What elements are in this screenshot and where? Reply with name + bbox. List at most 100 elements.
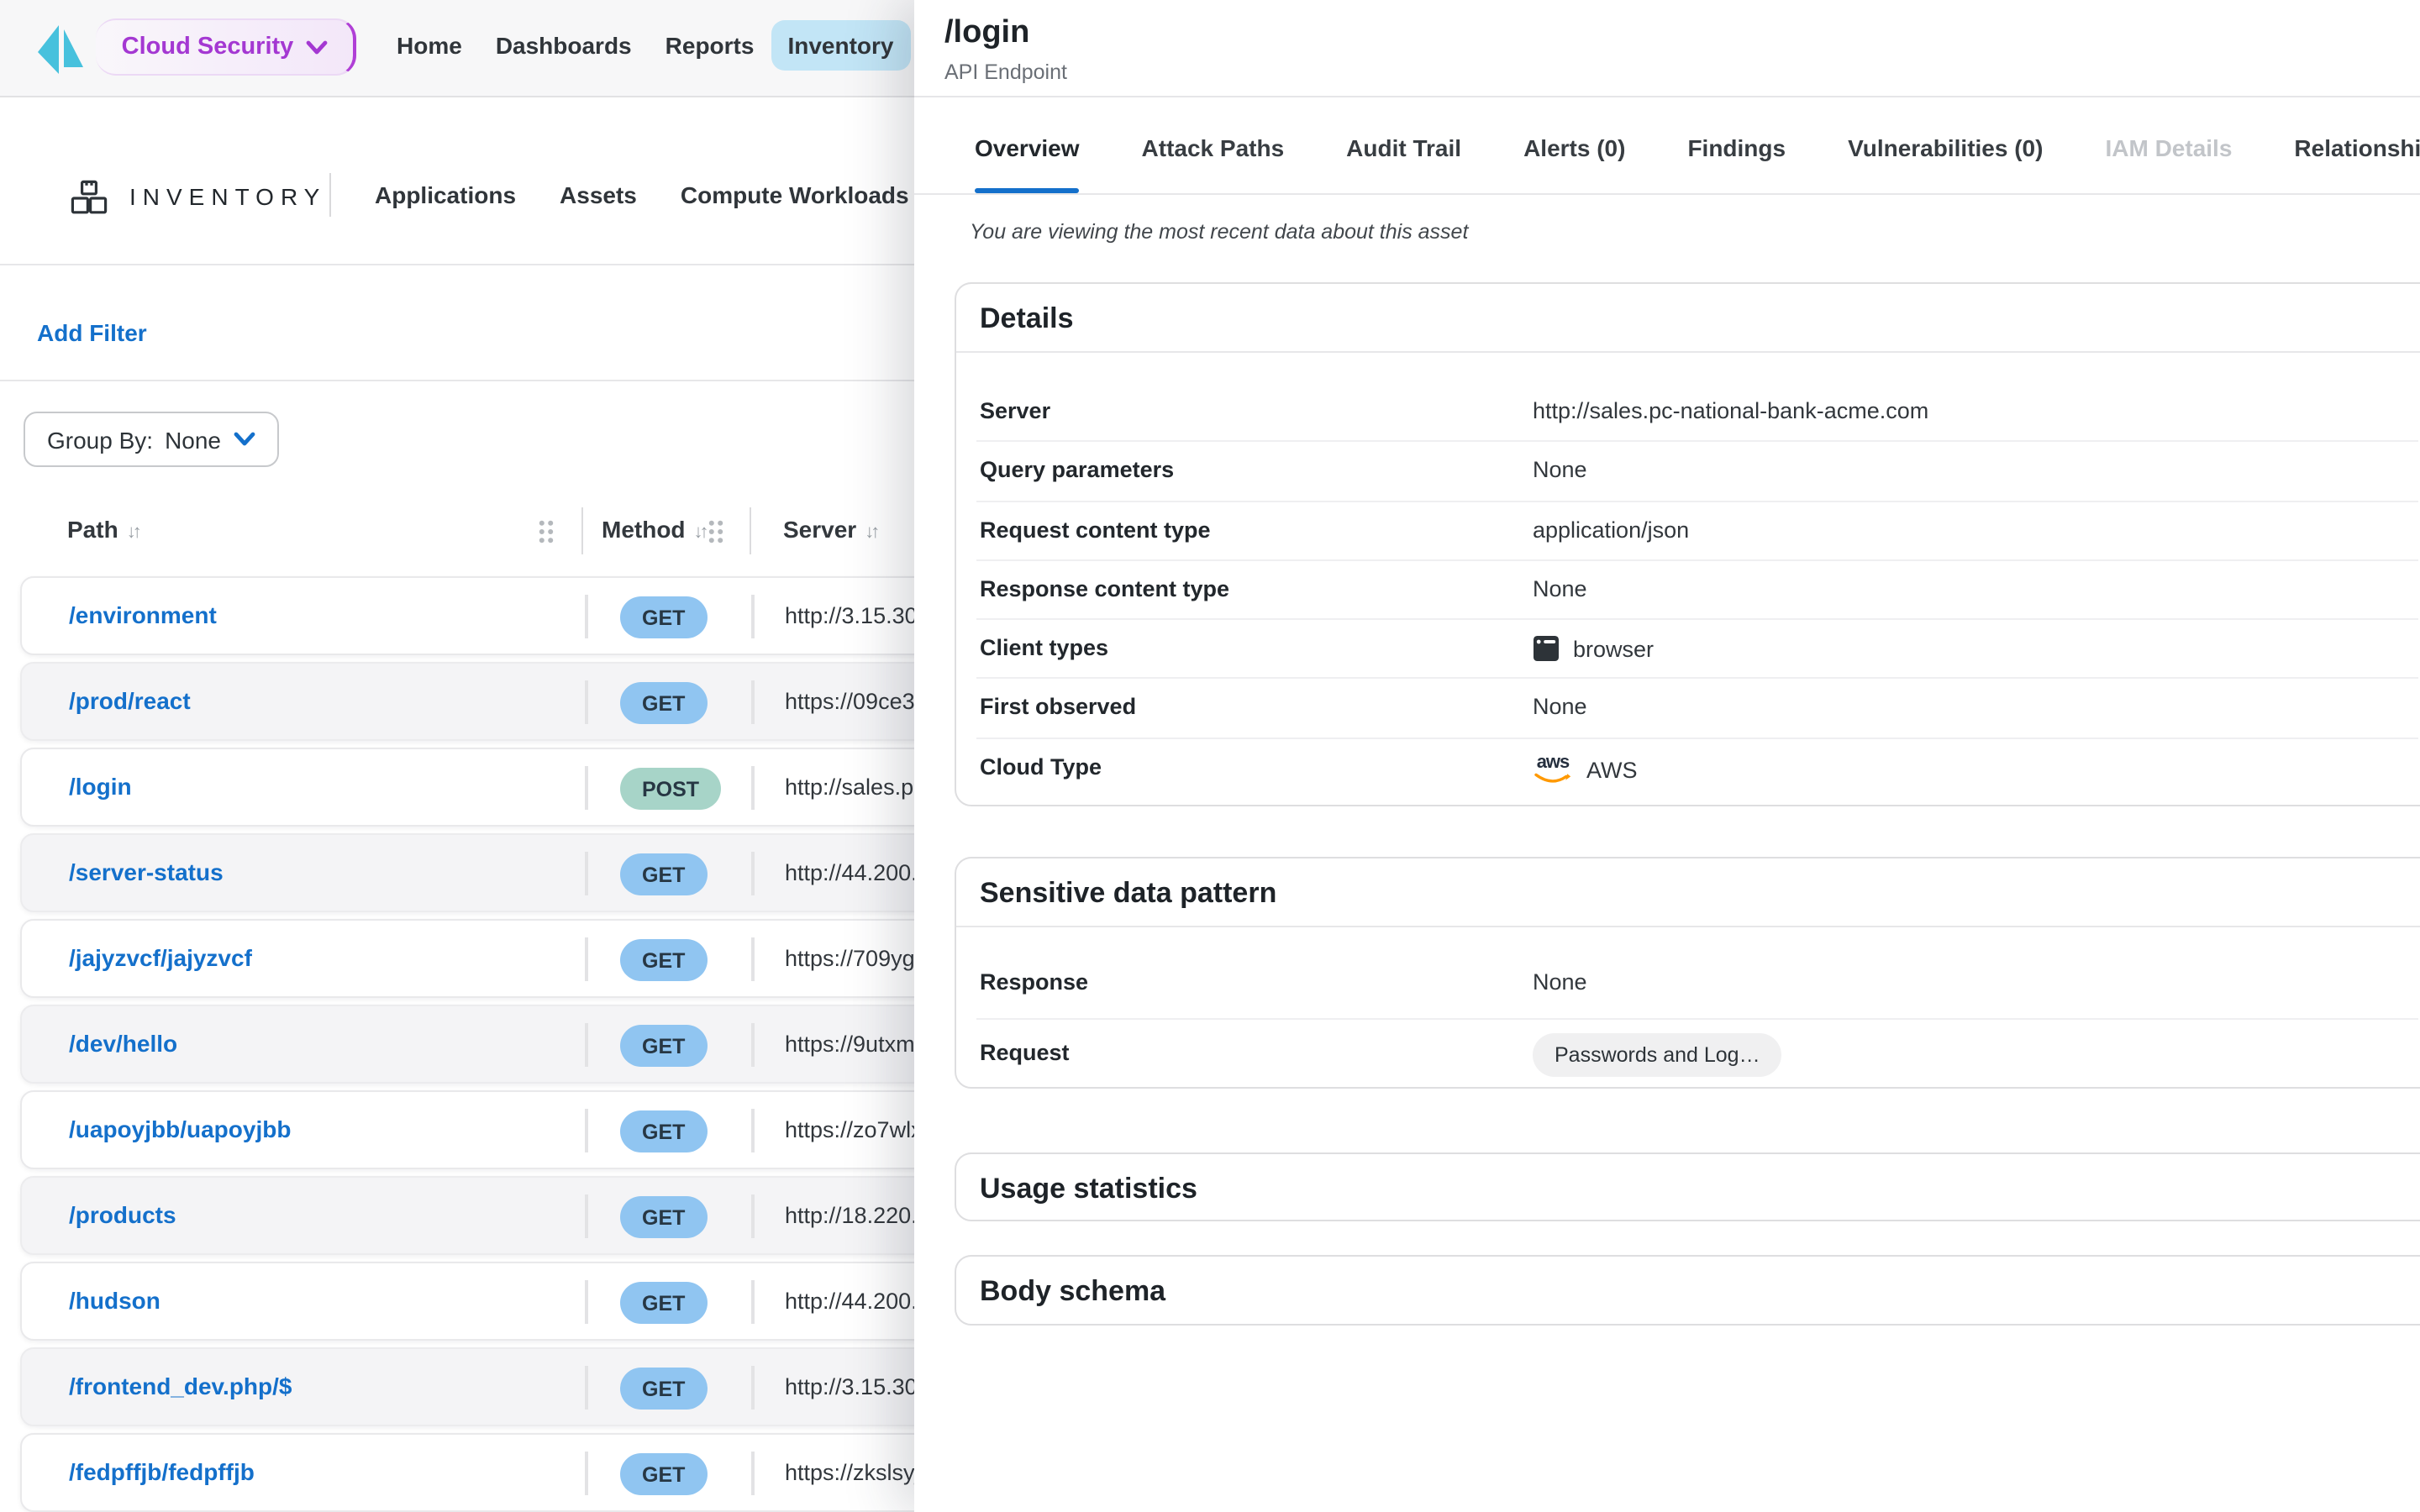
method-badge: GET [620, 1110, 707, 1152]
method-badge: GET [620, 853, 707, 895]
sensitive-data-card: Sensitive data pattern Response None Req… [955, 857, 2420, 1089]
column-header-server[interactable]: Server↓↑ [783, 516, 876, 543]
method-badge: GET [620, 1368, 707, 1410]
path-link[interactable]: /jajyzvcf/jajyzvcf [69, 944, 252, 971]
column-header-path[interactable]: Path↓↑ [67, 516, 139, 543]
drawer-title: /login [944, 15, 1029, 52]
inventory-tab-applications[interactable]: Applications [353, 168, 538, 222]
detail-value: None [1533, 969, 1587, 995]
inventory-tabs: Applications Assets Compute Workloads AP [353, 168, 1007, 222]
sensitive-pattern-chip[interactable]: Passwords and Log… [1533, 1033, 1782, 1077]
method-badge: POST [620, 768, 721, 810]
sensitive-row-request: Request Passwords and Log… [976, 1020, 2418, 1090]
tab-alerts[interactable]: Alerts (0) [1523, 134, 1625, 193]
inventory-boxes-icon [71, 180, 108, 215]
detail-row-client-types: Client types browser [976, 620, 2418, 680]
path-link[interactable]: /fedpffjb/fedpffjb [69, 1458, 255, 1485]
method-badge: GET [620, 596, 707, 638]
details-rows: Server http://sales.pc-national-bank-acm… [956, 353, 2420, 798]
server-cell: http://3.15.30 [785, 603, 918, 628]
path-link[interactable]: /login [69, 773, 132, 800]
path-link[interactable]: /frontend_dev.php/$ [69, 1373, 292, 1399]
path-link[interactable]: /dev/hello [69, 1030, 177, 1057]
nav-item-reports[interactable]: Reports [649, 20, 771, 71]
detail-label: Cloud Type [980, 754, 1102, 780]
body-schema-card[interactable]: Body schema [955, 1255, 2420, 1326]
drawer-tabs: Overview Attack Paths Audit Trail Alerts… [975, 134, 2420, 193]
detail-row-request-content-type: Request content type application/json [976, 501, 2418, 561]
server-cell: http://3.15.30 [785, 1374, 918, 1399]
detail-label: Query parameters [980, 458, 1174, 483]
client-type-label: browser [1573, 636, 1654, 661]
group-by-dropdown[interactable]: Group By: None [24, 412, 278, 467]
detail-value: None [1533, 695, 1587, 720]
column-divider [750, 507, 751, 554]
detail-label: Request [980, 1040, 1070, 1065]
usage-statistics-card[interactable]: Usage statistics [955, 1152, 2420, 1221]
nav-item-home[interactable]: Home [380, 20, 479, 71]
inventory-tab-assets[interactable]: Assets [538, 168, 659, 222]
method-badge: GET [620, 939, 707, 981]
sort-icon[interactable]: ↓↑ [694, 522, 706, 543]
browser-icon [1533, 635, 1560, 662]
path-link[interactable]: /products [69, 1201, 176, 1228]
server-cell: http://18.220. [785, 1203, 918, 1228]
detail-label: Response [980, 969, 1088, 995]
detail-row-query-parameters: Query parameters None [976, 443, 2418, 502]
product-switcher-button[interactable]: Cloud Security [96, 18, 356, 76]
tab-vulnerabilities[interactable]: Vulnerabilities (0) [1848, 134, 2043, 193]
usage-statistics-title: Usage statistics [956, 1154, 2420, 1223]
divider [914, 96, 2420, 97]
tab-audit-trail[interactable]: Audit Trail [1346, 134, 1461, 193]
server-cell: https://zkslsyj [785, 1460, 920, 1485]
server-cell: http://44.200. [785, 860, 918, 885]
tab-attack-paths[interactable]: Attack Paths [1142, 134, 1285, 193]
sensitive-card-title: Sensitive data pattern [956, 858, 2420, 927]
detail-row-first-observed: First observed None [976, 680, 2418, 739]
tab-iam-details: IAM Details [2105, 134, 2232, 193]
tab-overview[interactable]: Overview [975, 134, 1080, 193]
server-cell: https://709yg [785, 946, 915, 971]
path-link[interactable]: /environment [69, 601, 217, 628]
sort-icon[interactable]: ↓↑ [865, 522, 876, 543]
method-badge: GET [620, 1196, 707, 1238]
server-cell: https://9utxm [785, 1032, 915, 1057]
server-cell: https://09ce3 [785, 689, 915, 714]
column-drag-handle-icon[interactable] [538, 519, 555, 544]
detail-value: None [1533, 576, 1587, 601]
aws-logo-icon: aws [1533, 754, 1573, 786]
detail-row-cloud-type: Cloud Type aws AWS [976, 739, 2418, 799]
detail-value: application/json [1533, 517, 1689, 542]
chevron-down-icon [305, 39, 327, 55]
tab-findings[interactable]: Findings [1687, 134, 1786, 193]
path-link[interactable]: /hudson [69, 1287, 160, 1314]
path-link[interactable]: /prod/react [69, 687, 191, 714]
nav-item-inventory[interactable]: Inventory [771, 20, 910, 71]
nav-item-dashboards[interactable]: Dashboards [479, 20, 649, 71]
server-cell: http://44.200. [785, 1289, 918, 1314]
column-drag-handle-icon[interactable] [708, 519, 724, 544]
main-nav: Home Dashboards Reports Inventory Co [380, 20, 976, 71]
add-filter-button[interactable]: Add Filter [37, 319, 147, 346]
detail-label: Request content type [980, 517, 1211, 542]
detail-row-response-content-type: Response content type None [976, 561, 2418, 621]
method-badge: GET [620, 1282, 707, 1324]
method-badge: GET [620, 1025, 707, 1067]
tab-relationships[interactable]: Relationships [2294, 134, 2420, 193]
sort-icon[interactable]: ↓↑ [127, 522, 139, 543]
column-header-method[interactable]: Method↓↑ [602, 516, 706, 543]
detail-value: http://sales.pc-national-bank-acme.com [1533, 398, 1928, 423]
inventory-tab-compute-workloads[interactable]: Compute Workloads [659, 168, 931, 222]
path-link[interactable]: /server-status [69, 858, 224, 885]
body-schema-title: Body schema [956, 1257, 2420, 1326]
path-link[interactable]: /uapoyjbb/uapoyjbb [69, 1116, 291, 1142]
details-card: Details Server http://sales.pc-national-… [955, 282, 2420, 806]
sensitive-row-response: Response None [976, 949, 2418, 1020]
server-cell: http://sales.pc [785, 774, 925, 800]
recent-data-notice: You are viewing the most recent data abo… [970, 220, 1468, 244]
column-divider [581, 507, 583, 554]
app-window: Cloud Security Home Dashboards Reports I… [0, 0, 2420, 1512]
detail-value: aws AWS [1533, 754, 1638, 786]
cloud-type-label: AWS [1586, 758, 1638, 783]
server-cell: https://zo7wlx [785, 1117, 923, 1142]
